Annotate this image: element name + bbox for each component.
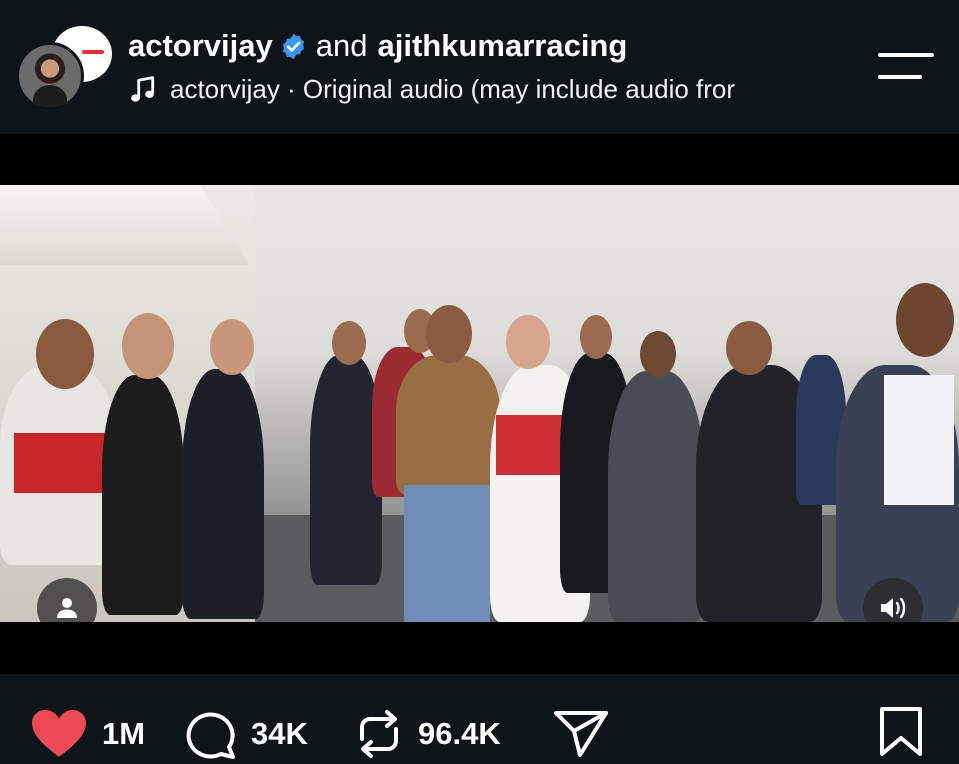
video-player[interactable] (0, 185, 959, 622)
post-header: actorvijay and ajithkumarracing actorvij… (0, 0, 959, 134)
music-note-icon (131, 75, 155, 102)
post-actions-bar: 1M 34K 96.4K (0, 674, 959, 764)
repost-icon (360, 710, 398, 758)
speaker-icon (881, 597, 906, 619)
heart-icon (32, 710, 86, 757)
author-avatar[interactable] (16, 42, 84, 110)
menu-icon[interactable] (878, 50, 934, 84)
like-button[interactable]: 1M (30, 710, 145, 758)
audio-text: actorvijay · Original audio (may include… (170, 74, 736, 104)
share-button[interactable] (552, 710, 610, 758)
verified-badge-icon (282, 33, 304, 59)
post-authors: actorvijay and ajithkumarracing (128, 28, 627, 64)
coauthor-username[interactable]: ajithkumarracing (378, 28, 628, 64)
authors-joiner: and (315, 28, 368, 63)
save-button[interactable] (878, 707, 924, 756)
bookmark-icon (880, 707, 922, 756)
audio-attribution[interactable]: actorvijay · Original audio (may include… (130, 74, 852, 105)
author-avatar-group[interactable] (16, 26, 112, 110)
comment-button[interactable]: 34K (183, 710, 308, 759)
send-icon (554, 711, 608, 757)
comment-icon (186, 712, 235, 759)
repost-count: 96.4K (418, 716, 501, 751)
repost-button[interactable]: 96.4K (354, 710, 501, 758)
user-icon (57, 598, 77, 618)
comment-count: 34K (251, 716, 308, 751)
like-count: 1M (102, 716, 146, 751)
author-username[interactable]: actorvijay (128, 28, 273, 64)
